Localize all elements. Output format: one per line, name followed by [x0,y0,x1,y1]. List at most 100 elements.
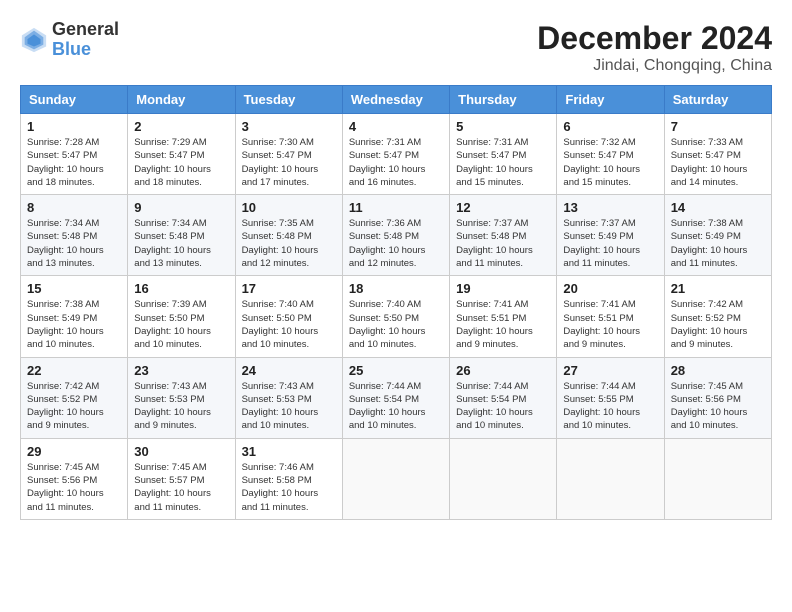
calendar-cell: 29 Sunrise: 7:45 AM Sunset: 5:56 PM Dayli… [21,438,128,519]
calendar-cell: 3Sunrise: 7:30 AM Sunset: 5:47 PM Daylig… [235,114,342,195]
calendar-cell: 8 Sunrise: 7:34 AM Sunset: 5:48 PM Daylig… [21,195,128,276]
day-number: 23 [134,363,228,378]
calendar-cell: 14 Sunrise: 7:38 AM Sunset: 5:49 PM Dayli… [664,195,771,276]
day-number: 22 [27,363,121,378]
calendar-week-row: 8 Sunrise: 7:34 AM Sunset: 5:48 PM Daylig… [21,195,772,276]
day-number: 1 [27,119,121,134]
day-number: 15 [27,281,121,296]
day-info: Sunrise: 7:38 AM Sunset: 5:49 PM Dayligh… [27,298,121,351]
calendar-cell: 21 Sunrise: 7:42 AM Sunset: 5:52 PM Dayli… [664,276,771,357]
day-number: 17 [242,281,336,296]
calendar-cell: 4 Sunrise: 7:31 AM Sunset: 5:47 PM Daylig… [342,114,449,195]
day-number: 13 [563,200,657,215]
column-header-saturday: Saturday [664,86,771,114]
calendar-cell: 17 Sunrise: 7:40 AM Sunset: 5:50 PM Dayli… [235,276,342,357]
calendar-table: SundayMondayTuesdayWednesdayThursdayFrid… [20,85,772,520]
day-info: Sunrise: 7:40 AM Sunset: 5:50 PM Dayligh… [242,298,336,351]
day-number: 27 [563,363,657,378]
day-info: Sunrise: 7:39 AM Sunset: 5:50 PM Dayligh… [134,298,228,351]
day-info: Sunrise: 7:37 AM Sunset: 5:48 PM Dayligh… [456,217,550,270]
day-info: Sunrise: 7:40 AM Sunset: 5:50 PM Dayligh… [349,298,443,351]
logo: General Blue [20,20,119,60]
day-info: Sunrise: 7:34 AM Sunset: 5:48 PM Dayligh… [134,217,228,270]
day-info: Sunrise: 7:35 AM Sunset: 5:48 PM Dayligh… [242,217,336,270]
day-number: 16 [134,281,228,296]
day-info: Sunrise: 7:29 AM Sunset: 5:47 PM Dayligh… [134,136,228,189]
calendar-cell: 27 Sunrise: 7:44 AM Sunset: 5:55 PM Dayli… [557,357,664,438]
logo-line2: Blue [52,40,119,60]
calendar-cell: 26Sunrise: 7:44 AM Sunset: 5:54 PM Dayli… [450,357,557,438]
day-number: 6 [563,119,657,134]
title-block: December 2024 Jindai, Chongqing, China [537,20,772,75]
page-header: General Blue December 2024 Jindai, Chong… [20,20,772,75]
column-header-tuesday: Tuesday [235,86,342,114]
day-number: 21 [671,281,765,296]
day-info: Sunrise: 7:31 AM Sunset: 5:47 PM Dayligh… [456,136,550,189]
calendar-cell: 31Sunrise: 7:46 AM Sunset: 5:58 PM Dayli… [235,438,342,519]
calendar-cell: 10 Sunrise: 7:35 AM Sunset: 5:48 PM Dayli… [235,195,342,276]
calendar-cell: 6 Sunrise: 7:32 AM Sunset: 5:47 PM Daylig… [557,114,664,195]
day-info: Sunrise: 7:45 AM Sunset: 5:56 PM Dayligh… [671,380,765,433]
day-number: 25 [349,363,443,378]
day-info: Sunrise: 7:30 AM Sunset: 5:47 PM Dayligh… [242,136,336,189]
day-info: Sunrise: 7:41 AM Sunset: 5:51 PM Dayligh… [563,298,657,351]
day-number: 20 [563,281,657,296]
calendar-cell: 12 Sunrise: 7:37 AM Sunset: 5:48 PM Dayli… [450,195,557,276]
calendar-week-row: 15 Sunrise: 7:38 AM Sunset: 5:49 PM Dayli… [21,276,772,357]
calendar-cell: 1Sunrise: 7:28 AM Sunset: 5:47 PM Daylig… [21,114,128,195]
day-number: 14 [671,200,765,215]
calendar-cell: 20 Sunrise: 7:41 AM Sunset: 5:51 PM Dayli… [557,276,664,357]
day-info: Sunrise: 7:34 AM Sunset: 5:48 PM Dayligh… [27,217,121,270]
calendar-cell [557,438,664,519]
calendar-cell [342,438,449,519]
calendar-cell [664,438,771,519]
calendar-cell: 30Sunrise: 7:45 AM Sunset: 5:57 PM Dayli… [128,438,235,519]
day-info: Sunrise: 7:45 AM Sunset: 5:56 PM Dayligh… [27,461,121,514]
day-number: 30 [134,444,228,459]
logo-icon [20,26,48,54]
calendar-cell: 5 Sunrise: 7:31 AM Sunset: 5:47 PM Daylig… [450,114,557,195]
day-info: Sunrise: 7:42 AM Sunset: 5:52 PM Dayligh… [671,298,765,351]
day-number: 11 [349,200,443,215]
day-info: Sunrise: 7:33 AM Sunset: 5:47 PM Dayligh… [671,136,765,189]
day-info: Sunrise: 7:36 AM Sunset: 5:48 PM Dayligh… [349,217,443,270]
day-info: Sunrise: 7:38 AM Sunset: 5:49 PM Dayligh… [671,217,765,270]
column-header-monday: Monday [128,86,235,114]
column-header-thursday: Thursday [450,86,557,114]
day-number: 5 [456,119,550,134]
day-number: 9 [134,200,228,215]
day-number: 4 [349,119,443,134]
column-header-friday: Friday [557,86,664,114]
day-info: Sunrise: 7:44 AM Sunset: 5:54 PM Dayligh… [349,380,443,433]
calendar-cell: 22 Sunrise: 7:42 AM Sunset: 5:52 PM Dayli… [21,357,128,438]
calendar-header-row: SundayMondayTuesdayWednesdayThursdayFrid… [21,86,772,114]
calendar-cell: 24 Sunrise: 7:43 AM Sunset: 5:53 PM Dayli… [235,357,342,438]
day-info: Sunrise: 7:31 AM Sunset: 5:47 PM Dayligh… [349,136,443,189]
calendar-cell: 2Sunrise: 7:29 AM Sunset: 5:47 PM Daylig… [128,114,235,195]
calendar-cell: 25 Sunrise: 7:44 AM Sunset: 5:54 PM Dayli… [342,357,449,438]
logo-text: General Blue [52,20,119,60]
day-number: 12 [456,200,550,215]
calendar-cell: 23Sunrise: 7:43 AM Sunset: 5:53 PM Dayli… [128,357,235,438]
calendar-week-row: 29 Sunrise: 7:45 AM Sunset: 5:56 PM Dayli… [21,438,772,519]
column-header-sunday: Sunday [21,86,128,114]
day-info: Sunrise: 7:44 AM Sunset: 5:55 PM Dayligh… [563,380,657,433]
day-info: Sunrise: 7:46 AM Sunset: 5:58 PM Dayligh… [242,461,336,514]
calendar-cell: 19Sunrise: 7:41 AM Sunset: 5:51 PM Dayli… [450,276,557,357]
column-header-wednesday: Wednesday [342,86,449,114]
day-info: Sunrise: 7:43 AM Sunset: 5:53 PM Dayligh… [242,380,336,433]
calendar-cell: 16 Sunrise: 7:39 AM Sunset: 5:50 PM Dayli… [128,276,235,357]
logo-line1: General [52,20,119,40]
day-number: 8 [27,200,121,215]
calendar-cell: 13 Sunrise: 7:37 AM Sunset: 5:49 PM Dayli… [557,195,664,276]
location: Jindai, Chongqing, China [537,57,772,75]
day-number: 24 [242,363,336,378]
day-number: 10 [242,200,336,215]
day-number: 26 [456,363,550,378]
day-info: Sunrise: 7:42 AM Sunset: 5:52 PM Dayligh… [27,380,121,433]
calendar-cell: 9 Sunrise: 7:34 AM Sunset: 5:48 PM Daylig… [128,195,235,276]
day-info: Sunrise: 7:32 AM Sunset: 5:47 PM Dayligh… [563,136,657,189]
day-info: Sunrise: 7:41 AM Sunset: 5:51 PM Dayligh… [456,298,550,351]
day-number: 29 [27,444,121,459]
day-info: Sunrise: 7:37 AM Sunset: 5:49 PM Dayligh… [563,217,657,270]
